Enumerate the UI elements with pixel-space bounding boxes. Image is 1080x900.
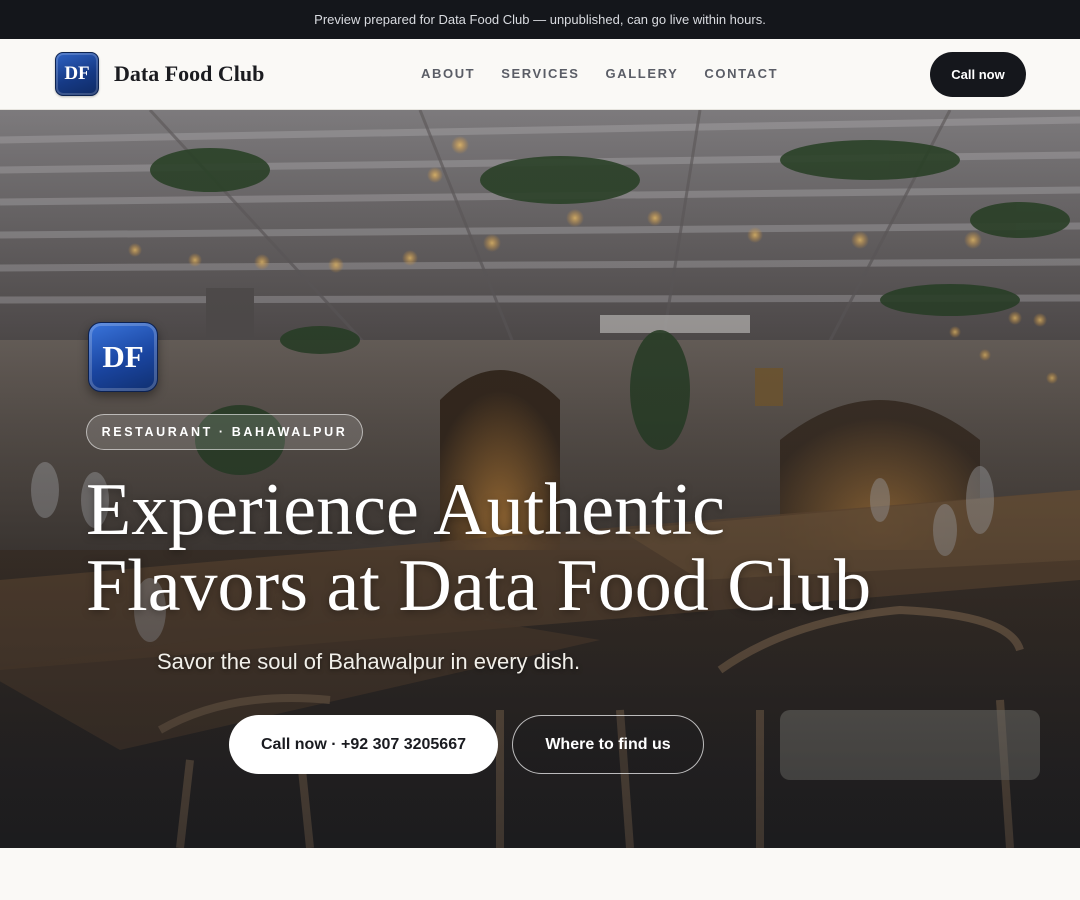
announcement-text: Preview prepared for Data Food Club — un… xyxy=(314,12,766,27)
find-location-button[interactable]: Where to find us xyxy=(512,715,704,774)
hero-heading-line-2: Flavors at Data Food Club xyxy=(86,545,872,627)
hero-subtitle: Savor the soul of Bahawalpur in every di… xyxy=(157,649,581,674)
call-phone-button[interactable]: Call now · +92 307 3205667 xyxy=(229,715,498,774)
hero-logo: DF xyxy=(88,322,158,392)
category-badge: RESTAURANT · BAHAWALPUR xyxy=(86,414,363,450)
hero-section: DF RESTAURANT · BAHAWALPUR Experience Au… xyxy=(0,110,1080,848)
brand-logo-text: DF xyxy=(64,63,90,84)
hero-heading-line-1: Experience Authentic xyxy=(86,469,726,551)
nav-link-contact[interactable]: CONTACT xyxy=(704,65,778,83)
brand-name[interactable]: Data Food Club xyxy=(114,59,264,89)
nav-link-about[interactable]: ABOUT xyxy=(421,65,475,83)
hero-logo-text: DF xyxy=(102,339,144,374)
nav-call-button[interactable]: Call now xyxy=(930,52,1026,97)
announcement-bar: Preview prepared for Data Food Club — un… xyxy=(0,0,1080,39)
top-navbar: DF Data Food Club ABOUT SERVICES GALLERY… xyxy=(0,39,1080,110)
hero-heading: Experience Authentic Flavors at Data Foo… xyxy=(86,472,986,624)
main-nav: ABOUT SERVICES GALLERY CONTACT xyxy=(421,65,778,83)
brand-logo[interactable]: DF xyxy=(55,52,99,96)
nav-link-gallery[interactable]: GALLERY xyxy=(606,65,679,83)
nav-link-services[interactable]: SERVICES xyxy=(501,65,579,83)
category-badge-text: RESTAURANT · BAHAWALPUR xyxy=(101,425,348,439)
